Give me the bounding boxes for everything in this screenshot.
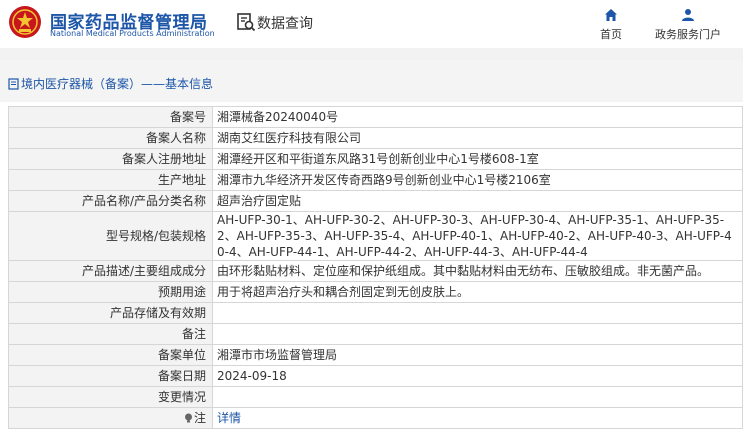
table-row: 产品存储及有效期 [8, 302, 743, 324]
header-divider [0, 48, 743, 60]
field-value: 湘潭市市场监督管理局 [212, 344, 743, 366]
field-value: 2024-09-18 [212, 365, 743, 387]
field-label: 备案日期 [8, 365, 213, 387]
table-row: 备案人注册地址 湘潭经开区和平街道东风路31号创新创业中心1号楼608-1室 [8, 148, 743, 170]
breadcrumb-bar: 境内医疗器械（备案）——基本信息 [0, 60, 743, 102]
data-query-label[interactable]: 数据查询 [257, 13, 313, 33]
record-info-table: 备案号 湘潭械备20240040号 备案人名称 湖南艾红医疗科技有限公司 备案人… [8, 106, 743, 429]
table-row: 备案人名称 湖南艾红医疗科技有限公司 [8, 127, 743, 149]
brand-subtitle: National Medical Products Administration [50, 29, 215, 38]
table-row: 产品名称/产品分类名称 超声治疗固定贴 [8, 190, 743, 212]
site-header: 国家药品监督管理局 National Medical Products Admi… [0, 0, 743, 48]
field-label: 产品描述/主要组成成分 [8, 260, 213, 282]
field-label: 备案号 [8, 106, 213, 128]
note-label-cell: 注 [8, 407, 213, 429]
field-label: 生产地址 [8, 169, 213, 191]
field-value [212, 323, 743, 345]
tip-bulb-icon [184, 413, 192, 423]
data-query-icon[interactable] [236, 12, 256, 32]
field-value: 详情 [212, 407, 743, 429]
table-row: 产品描述/主要组成成分 由环形黏贴材料、定位座和保护纸组成。其中黏贴材料由无纺布… [8, 260, 743, 282]
field-value [212, 302, 743, 324]
field-label: 备注 [8, 323, 213, 345]
breadcrumb: 境内医疗器械（备案）——基本信息 [8, 75, 213, 92]
field-label: 备案人名称 [8, 127, 213, 149]
table-row: 预期用途 用于将超声治疗头和耦合剂固定到无创皮肤上。 [8, 281, 743, 303]
detail-link[interactable]: 详情 [217, 411, 241, 425]
field-label: 备案单位 [8, 344, 213, 366]
table-row: 备案单位 湘潭市市场监督管理局 [8, 344, 743, 366]
field-value: 湘潭经开区和平街道东风路31号创新创业中心1号楼608-1室 [212, 148, 743, 170]
field-value: 湘潭械备20240040号 [212, 106, 743, 128]
table-row: 变更情况 [8, 386, 743, 408]
national-emblem-icon[interactable] [8, 5, 42, 39]
field-label: 产品名称/产品分类名称 [8, 190, 213, 212]
field-label: 型号规格/包装规格 [8, 211, 213, 261]
field-value: 湘潭市九华经济开发区传奇西路9号创新创业中心1号楼2106室 [212, 169, 743, 191]
table-row: 注 详情 [8, 407, 743, 429]
field-label: 备案人注册地址 [8, 148, 213, 170]
table-row: 备案日期 2024-09-18 [8, 365, 743, 387]
user-icon [682, 9, 694, 21]
table-row: 型号规格/包装规格 AH-UFP-30-1、AH-UFP-30-2、AH-UFP… [8, 211, 743, 261]
field-label: 预期用途 [8, 281, 213, 303]
field-label: 产品存储及有效期 [8, 302, 213, 324]
nav-home-label: 首页 [600, 28, 622, 41]
document-icon [8, 78, 19, 90]
field-value: 用于将超声治疗头和耦合剂固定到无创皮肤上。 [212, 281, 743, 303]
home-icon [605, 9, 617, 21]
nav-gov-label: 政务服务门户 [655, 28, 721, 41]
field-value [212, 386, 743, 408]
field-value: 由环形黏贴材料、定位座和保护纸组成。其中黏贴材料由无纺布、压敏胶组成。非无菌产品… [212, 260, 743, 282]
nav-home[interactable]: 首页 [596, 8, 626, 42]
field-value: 湖南艾红医疗科技有限公司 [212, 127, 743, 149]
field-value: AH-UFP-30-1、AH-UFP-30-2、AH-UFP-30-3、AH-U… [212, 211, 743, 261]
breadcrumb-text: 境内医疗器械（备案）——基本信息 [21, 77, 214, 91]
field-label: 变更情况 [8, 386, 213, 408]
field-label: 注 [193, 411, 206, 425]
field-value: 超声治疗固定贴 [212, 190, 743, 212]
nav-gov-services[interactable]: 政务服务门户 [648, 8, 728, 42]
table-row: 备注 [8, 323, 743, 345]
table-row: 生产地址 湘潭市九华经济开发区传奇西路9号创新创业中心1号楼2106室 [8, 169, 743, 191]
table-row: 备案号 湘潭械备20240040号 [8, 106, 743, 128]
